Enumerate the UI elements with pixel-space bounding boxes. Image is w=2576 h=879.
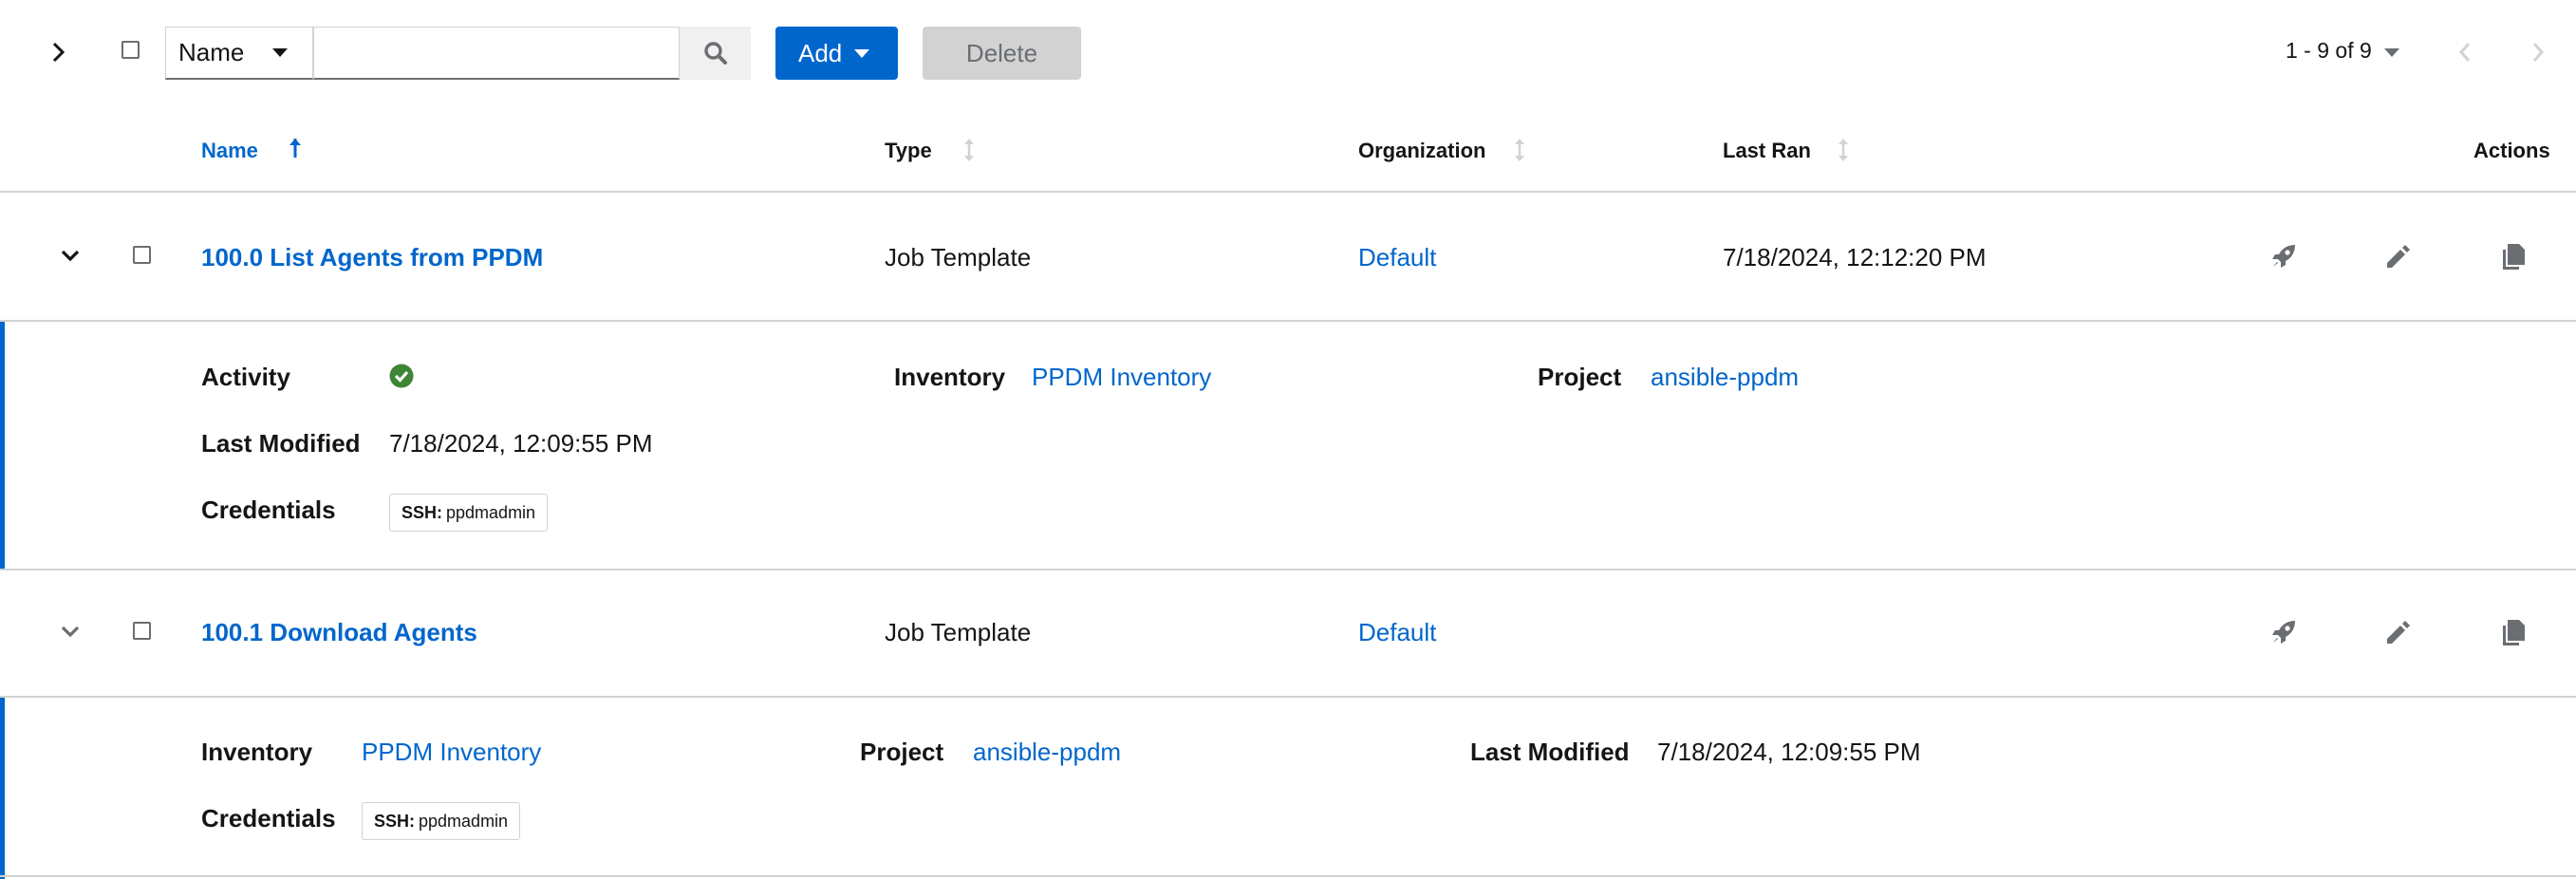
column-header-actions: Actions [2473, 139, 2550, 162]
last-modified-label: Last Modified [1470, 738, 1630, 766]
organization-link[interactable]: Default [1358, 243, 1436, 272]
credential-kind: SSH: [374, 811, 416, 831]
template-type: Job Template [885, 243, 1032, 271]
rocket-icon[interactable] [2269, 618, 2298, 646]
row-collapse-chevron-down-icon[interactable] [61, 249, 80, 262]
row-divider [0, 875, 2576, 877]
filter-type-select[interactable]: Name [165, 27, 313, 80]
column-header-name[interactable]: Name [201, 139, 258, 163]
chevron-right-icon[interactable] [2531, 42, 2545, 63]
filter-type-label: Name [178, 38, 245, 66]
activity-label: Activity [201, 363, 290, 391]
row-divider [0, 569, 2576, 570]
search-button[interactable] [680, 27, 751, 80]
template-name-link[interactable]: 100.1 Download Agents [201, 618, 477, 647]
pagination-toggle[interactable]: 1 - 9 of 9 [2286, 38, 2372, 64]
caret-down-icon [272, 48, 288, 57]
pencil-icon[interactable] [2383, 242, 2412, 271]
delete-button-label: Delete [965, 38, 1038, 67]
row-divider [0, 696, 2576, 698]
credential-chip: SSH: ppdmadmin [362, 802, 521, 840]
row-select-checkbox[interactable] [133, 246, 151, 264]
select-all-checkbox[interactable] [121, 41, 140, 59]
sort-up-icon[interactable] [289, 137, 302, 159]
sort-icon[interactable] [962, 137, 976, 163]
inventory-label: Inventory [201, 738, 313, 766]
delete-button[interactable]: Delete [923, 27, 1081, 80]
expanded-indicator [0, 322, 5, 570]
inventory-link[interactable]: PPDM Inventory [1032, 363, 1211, 392]
project-label: Project [1538, 363, 1622, 391]
caret-down-icon [854, 49, 869, 58]
inventory-label: Inventory [894, 363, 1006, 391]
credential-name: ppdmadmin [419, 811, 509, 831]
sort-icon[interactable] [1513, 137, 1526, 163]
project-link[interactable]: ansible-ppdm [973, 738, 1121, 767]
last-modified-value: 7/18/2024, 12:09:55 PM [389, 429, 653, 458]
column-header-type[interactable]: Type [885, 139, 932, 163]
add-button[interactable]: Add [775, 27, 898, 80]
copy-icon[interactable] [2500, 242, 2527, 271]
expanded-indicator [0, 698, 5, 879]
credential-kind: SSH: [401, 502, 443, 522]
credentials-label: Credentials [201, 496, 336, 524]
column-header-organization[interactable]: Organization [1358, 139, 1485, 163]
sort-icon[interactable] [1837, 137, 1850, 163]
search-input[interactable] [313, 27, 680, 80]
template-type: Job Template [885, 618, 1032, 646]
search-icon [703, 41, 728, 65]
project-link[interactable]: ansible-ppdm [1651, 363, 1799, 392]
pagination-label: 1 - 9 of 9 [2286, 38, 2372, 63]
pencil-icon[interactable] [2383, 618, 2412, 646]
add-button-label: Add [798, 38, 843, 67]
credentials-label: Credentials [201, 804, 336, 832]
chevron-left-icon[interactable] [2458, 42, 2472, 63]
template-name-link[interactable]: 100.0 List Agents from PPDM [201, 243, 543, 272]
last-ran-value: 7/18/2024, 12:12:20 PM [1723, 243, 1987, 271]
row-select-checkbox[interactable] [133, 622, 151, 640]
last-modified-value: 7/18/2024, 12:09:55 PM [1657, 738, 1921, 766]
expand-all-chevron-right-icon[interactable] [51, 42, 66, 63]
credential-name: ppdmadmin [446, 502, 536, 522]
check-circle-icon [389, 364, 414, 388]
header-divider [0, 191, 2576, 193]
rocket-icon[interactable] [2269, 242, 2298, 271]
row-divider [0, 320, 2576, 322]
column-header-last-ran[interactable]: Last Ran [1723, 139, 1811, 163]
inventory-link[interactable]: PPDM Inventory [362, 738, 541, 767]
caret-down-icon[interactable] [2384, 48, 2399, 57]
organization-link[interactable]: Default [1358, 618, 1436, 647]
last-modified-label: Last Modified [201, 429, 361, 458]
copy-icon[interactable] [2500, 618, 2527, 646]
row-collapse-chevron-down-icon[interactable] [61, 625, 80, 638]
project-label: Project [860, 738, 944, 766]
credential-chip: SSH: ppdmadmin [389, 494, 549, 532]
